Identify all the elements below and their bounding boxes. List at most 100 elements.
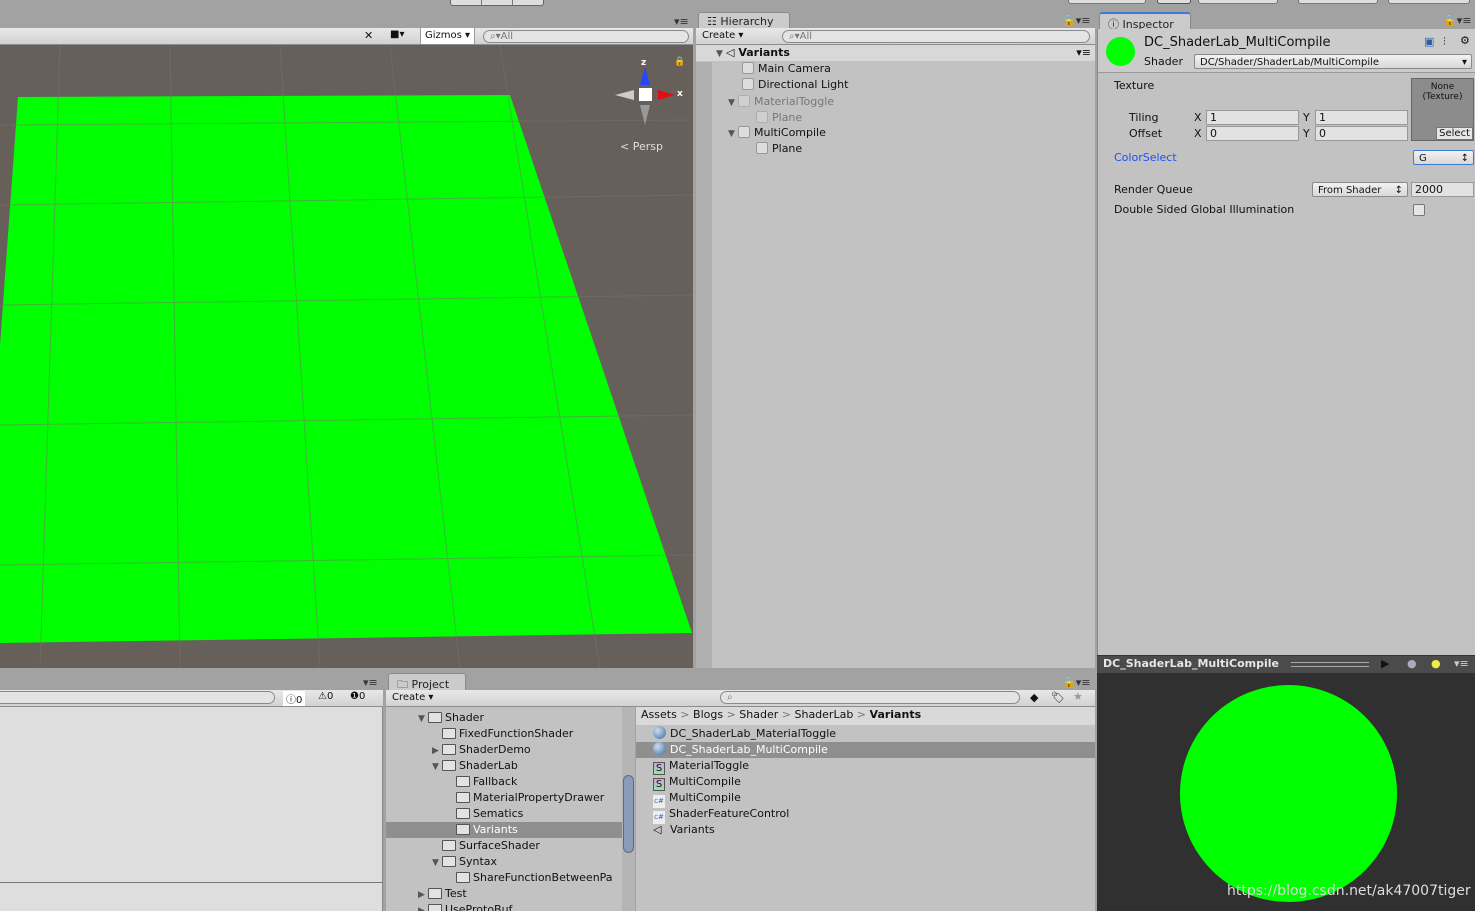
folder-tree-item[interactable]: Variants xyxy=(386,822,622,838)
hierarchy-item[interactable]: Main Camera xyxy=(742,61,831,77)
breadcrumb-item[interactable]: Blogs xyxy=(693,708,723,721)
folder-tree-item[interactable]: SurfaceShader xyxy=(386,838,622,854)
tools-icon[interactable]: ✕ xyxy=(364,29,373,42)
hierarchy-item[interactable]: ▼ MultiCompile xyxy=(728,125,826,141)
console-divider[interactable] xyxy=(0,882,383,883)
preview-viewport[interactable]: https://blog.csdn.net/ak47007tiger xyxy=(1097,673,1475,911)
asset-item[interactable]: c# ShaderFeatureControl xyxy=(636,806,1095,824)
shader-dropdown[interactable]: DC/Shader/ShaderLab/MultiCompile ▾ xyxy=(1194,54,1472,69)
error-count-toggle[interactable]: ❶0 xyxy=(350,691,365,702)
top-button[interactable] xyxy=(1298,0,1378,4)
expand-arrow[interactable]: ▼ xyxy=(418,711,428,727)
tiling-y-field[interactable]: 1 xyxy=(1315,110,1408,125)
inspector-lock-icon[interactable]: 🔒▾≡ xyxy=(1443,14,1471,27)
asset-label: Variants xyxy=(670,823,715,836)
offset-y-field[interactable]: 0 xyxy=(1315,126,1408,141)
persp-label[interactable]: < Persp xyxy=(620,140,663,153)
breadcrumb-item[interactable]: Shader xyxy=(739,708,778,721)
asset-item[interactable]: DC_ShaderLab_MaterialToggle xyxy=(636,726,1095,742)
hierarchy-create-button[interactable]: Create ▾ xyxy=(702,30,743,41)
hierarchy-lock-icon[interactable]: 🔒▾≡ xyxy=(1062,14,1090,27)
filter-type-icon[interactable]: ◆ xyxy=(1030,691,1038,704)
folder-tree-item[interactable]: ▶ ShaderDemo xyxy=(386,742,622,758)
folder-tree-item[interactable]: Fallback xyxy=(386,774,622,790)
scrollbar-thumb[interactable] xyxy=(623,775,634,853)
scene-search-input[interactable]: ⌕▾All xyxy=(483,30,689,43)
gear-icon[interactable]: ⚙ xyxy=(1460,34,1470,47)
render-queue-mode-dropdown[interactable]: From Shader ↕ xyxy=(1312,182,1408,197)
folder-tree-item[interactable]: ▼ ShaderLab xyxy=(386,758,622,774)
preview-light-icon[interactable]: ● xyxy=(1431,657,1441,670)
preview-play-icon[interactable]: ▶ xyxy=(1381,657,1389,670)
info-count-toggle[interactable]: ⓘ0 xyxy=(283,691,306,706)
hierarchy-item[interactable]: Plane xyxy=(756,110,802,126)
hierarchy-item[interactable]: ▼ MaterialToggle xyxy=(728,94,834,110)
render-queue-field[interactable]: 2000 xyxy=(1411,182,1474,197)
drag-handle[interactable] xyxy=(1291,662,1369,667)
settings-sliders-icon[interactable]: ⫶ xyxy=(1443,35,1446,49)
warning-count-toggle[interactable]: ⚠0 xyxy=(318,691,333,702)
top-button[interactable] xyxy=(1388,0,1470,4)
console-menu-icon[interactable]: ▾≡ xyxy=(363,676,378,689)
top-button[interactable] xyxy=(1198,0,1278,4)
texture-slot[interactable]: None (Texture) Select xyxy=(1411,78,1474,141)
asset-item[interactable]: ◁ Variants xyxy=(636,822,1095,838)
breadcrumb-item[interactable]: Variants xyxy=(870,708,922,721)
favorite-star-icon[interactable]: ★ xyxy=(1073,690,1083,703)
tree-scrollbar[interactable] xyxy=(622,707,635,911)
breadcrumb-item[interactable]: Assets xyxy=(641,708,677,721)
scene-viewport[interactable]: z x 🔒 < Persp xyxy=(0,45,693,668)
console-search-input[interactable] xyxy=(0,691,275,704)
scene-menu-icon[interactable]: ▾≡ xyxy=(1076,45,1091,61)
lock-icon[interactable]: 🔒 xyxy=(674,57,685,67)
gizmos-button[interactable]: Gizmos ▾ xyxy=(420,28,476,44)
tab-project[interactable]: 🗀 Project xyxy=(388,673,466,691)
hierarchy-item[interactable]: Directional Light xyxy=(742,77,848,93)
scene-panel-menu[interactable]: ▾≡ xyxy=(674,15,689,28)
asset-item[interactable]: c# MultiCompile xyxy=(636,790,1095,808)
folder-tree-item[interactable]: ▼ Shader xyxy=(386,710,622,726)
pause-button[interactable] xyxy=(482,0,513,5)
asset-item[interactable]: DC_ShaderLab_MultiCompile xyxy=(636,742,1095,758)
asset-label: MultiCompile xyxy=(669,791,741,804)
color-select-dropdown[interactable]: G ↕ xyxy=(1413,150,1474,165)
folder-tree-item[interactable]: FixedFunctionShader xyxy=(386,726,622,742)
project-search-input[interactable]: ⌕ xyxy=(720,691,1020,704)
folder-tree-item[interactable]: MaterialPropertyDrawer xyxy=(386,790,622,806)
project-lock-icon[interactable]: 🔒▾≡ xyxy=(1062,676,1090,689)
texture-select-button[interactable]: Select xyxy=(1436,127,1473,140)
asset-item[interactable]: S MaterialToggle xyxy=(636,758,1095,775)
expand-arrow[interactable]: ▶ xyxy=(418,903,428,911)
folder-tree-item[interactable]: Sematics xyxy=(386,806,622,822)
top-button[interactable] xyxy=(1157,0,1191,4)
folder-tree-item[interactable]: ShareFunctionBetweenPa xyxy=(386,870,622,886)
project-create-button[interactable]: Create ▾ xyxy=(392,692,433,703)
help-icon[interactable]: ▣ xyxy=(1424,35,1434,48)
expand-arrow[interactable]: ▼ xyxy=(432,855,442,871)
search-icon: ⌕ xyxy=(727,692,733,703)
folder-tree-item[interactable]: ▶ Test xyxy=(386,886,622,902)
tiling-x-field[interactable]: 1 xyxy=(1206,110,1299,125)
breadcrumb-item[interactable]: ShaderLab xyxy=(794,708,853,721)
step-button[interactable] xyxy=(513,0,543,5)
expand-arrow[interactable]: ▶ xyxy=(432,743,442,759)
folder-tree-item[interactable]: ▶ UseProtoBuf xyxy=(386,902,622,911)
offset-x-field[interactable]: 0 xyxy=(1206,126,1299,141)
expand-arrow[interactable]: ▼ xyxy=(432,759,442,775)
asset-item[interactable]: S MultiCompile xyxy=(636,774,1095,791)
expand-arrow[interactable]: ▶ xyxy=(418,887,428,903)
scene-root-row[interactable]: ▼ ◁ Variants ▾≡ xyxy=(696,45,1095,61)
filter-label-icon[interactable]: 🏷 xyxy=(1051,691,1065,704)
top-button[interactable] xyxy=(1068,0,1146,4)
tab-inspector[interactable]: ⓘ Inspector xyxy=(1099,12,1191,31)
preview-menu-icon[interactable]: ▾≡ xyxy=(1454,657,1469,670)
camera-icon[interactable]: ■▾ xyxy=(390,29,404,40)
hierarchy-search-input[interactable]: ⌕▾All xyxy=(782,30,1090,43)
hierarchy-item[interactable]: Plane xyxy=(756,141,802,157)
play-button[interactable] xyxy=(451,0,482,5)
gameobject-icon xyxy=(756,142,768,154)
dsgi-checkbox[interactable] xyxy=(1413,204,1425,216)
preview-sphere-icon[interactable]: ● xyxy=(1407,657,1417,670)
tab-hierarchy[interactable]: ☷ Hierarchy xyxy=(698,12,790,29)
folder-tree-item[interactable]: ▼ Syntax xyxy=(386,854,622,870)
